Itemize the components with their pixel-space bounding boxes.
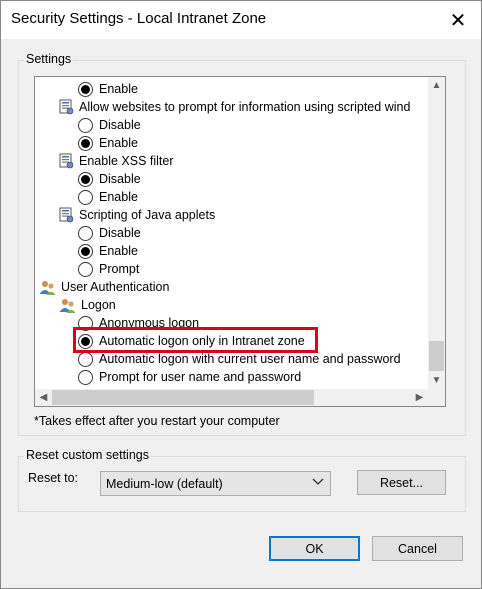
vertical-scroll-thumb[interactable] xyxy=(429,341,444,371)
radio-button[interactable] xyxy=(78,369,93,385)
radio-option[interactable]: Enable xyxy=(78,188,138,206)
option-label: Allow websites to prompt for information… xyxy=(79,100,411,114)
reset-to-label: Reset to: xyxy=(28,471,79,485)
radio-option[interactable]: Disable xyxy=(78,224,141,242)
settings-tree-content: Enable Allow websites to prompt for infor… xyxy=(35,77,428,389)
users-icon xyxy=(59,298,76,313)
reset-button[interactable]: Reset... xyxy=(357,470,446,495)
title-bar: Security Settings - Local Intranet Zone … xyxy=(1,1,481,39)
setting-category: Enable XSS filter xyxy=(59,152,174,170)
scroll-left-icon[interactable]: ◀ xyxy=(35,389,52,406)
radio-button-checked[interactable] xyxy=(78,135,93,151)
option-label: Automatic logon with current user name a… xyxy=(99,352,401,366)
option-label: Disable xyxy=(99,118,141,132)
radio-option[interactable]: Enable xyxy=(78,242,138,260)
scroll-up-icon[interactable]: ▲ xyxy=(428,77,445,94)
reset-level-select[interactable]: Medium-low (default) xyxy=(100,471,331,496)
settings-tree: Enable Allow websites to prompt for infor… xyxy=(34,76,446,407)
cancel-button[interactable]: Cancel xyxy=(372,536,463,561)
reset-level-value: Medium-low (default) xyxy=(106,476,223,491)
radio-button[interactable] xyxy=(78,351,93,367)
option-label: Enable xyxy=(99,82,138,96)
setting-category: Allow websites to prompt for information… xyxy=(59,98,410,116)
option-label: User Authentication xyxy=(61,280,170,294)
scroll-right-icon[interactable]: ▶ xyxy=(411,389,428,406)
security-settings-dialog: Security Settings - Local Intranet Zone … xyxy=(0,0,482,589)
radio-option[interactable]: Automatic logon with current user name a… xyxy=(78,350,401,368)
radio-button[interactable] xyxy=(78,117,93,133)
horizontal-scrollbar[interactable]: ◀ ▶ xyxy=(35,389,428,406)
radio-option[interactable]: Disable xyxy=(78,116,141,134)
radio-option[interactable]: Prompt for user name and password xyxy=(78,368,301,386)
window-title: Security Settings - Local Intranet Zone xyxy=(11,10,267,27)
settings-page-icon xyxy=(59,207,74,223)
radio-button-checked[interactable] xyxy=(78,333,93,349)
radio-button[interactable] xyxy=(78,189,93,205)
radio-option[interactable]: Enable xyxy=(78,134,138,152)
option-label: Enable xyxy=(99,136,138,150)
radio-button-checked[interactable] xyxy=(78,243,93,259)
restart-note: *Takes effect after you restart your com… xyxy=(34,414,280,428)
vertical-scrollbar[interactable]: ▲ ▼ xyxy=(428,77,445,389)
radio-option[interactable]: Disable xyxy=(78,170,141,188)
setting-section: User Authentication xyxy=(39,278,169,296)
option-label: Disable xyxy=(99,226,141,240)
option-label: Enable xyxy=(99,190,138,204)
option-label: Enable xyxy=(99,244,138,258)
radio-option[interactable]: Automatic logon only in Intranet zone xyxy=(78,332,305,350)
close-icon: ✕ xyxy=(449,9,467,32)
option-label: Disable xyxy=(99,172,141,186)
horizontal-scroll-thumb[interactable] xyxy=(52,390,314,405)
option-label: Anonymous logon xyxy=(99,316,200,330)
close-button[interactable]: ✕ xyxy=(435,1,481,39)
settings-page-icon xyxy=(59,99,74,115)
radio-option[interactable]: Anonymous logon xyxy=(78,314,199,332)
settings-page-icon xyxy=(59,153,74,169)
option-label: Automatic logon only in Intranet zone xyxy=(99,334,305,348)
radio-button[interactable] xyxy=(78,261,93,277)
settings-group-label: Settings xyxy=(24,52,74,66)
radio-button-checked[interactable] xyxy=(78,81,93,97)
setting-subsection: Logon xyxy=(59,296,116,314)
users-icon xyxy=(39,280,56,295)
radio-option[interactable]: Prompt xyxy=(78,260,139,278)
radio-button-checked[interactable] xyxy=(78,171,93,187)
radio-option[interactable]: Enable xyxy=(78,80,138,98)
scrollbar-corner xyxy=(428,389,445,406)
scroll-down-icon[interactable]: ▼ xyxy=(428,372,445,389)
chevron-down-icon xyxy=(312,475,324,490)
option-label: Prompt xyxy=(99,262,140,276)
option-label: Prompt for user name and password xyxy=(99,370,302,384)
option-label: Scripting of Java applets xyxy=(79,208,216,222)
option-label: Enable XSS filter xyxy=(79,154,174,168)
radio-button[interactable] xyxy=(78,315,93,331)
option-label: Logon xyxy=(81,298,116,312)
radio-button[interactable] xyxy=(78,225,93,241)
reset-group-label: Reset custom settings xyxy=(24,448,151,462)
ok-button[interactable]: OK xyxy=(269,536,360,561)
setting-category: Scripting of Java applets xyxy=(59,206,215,224)
